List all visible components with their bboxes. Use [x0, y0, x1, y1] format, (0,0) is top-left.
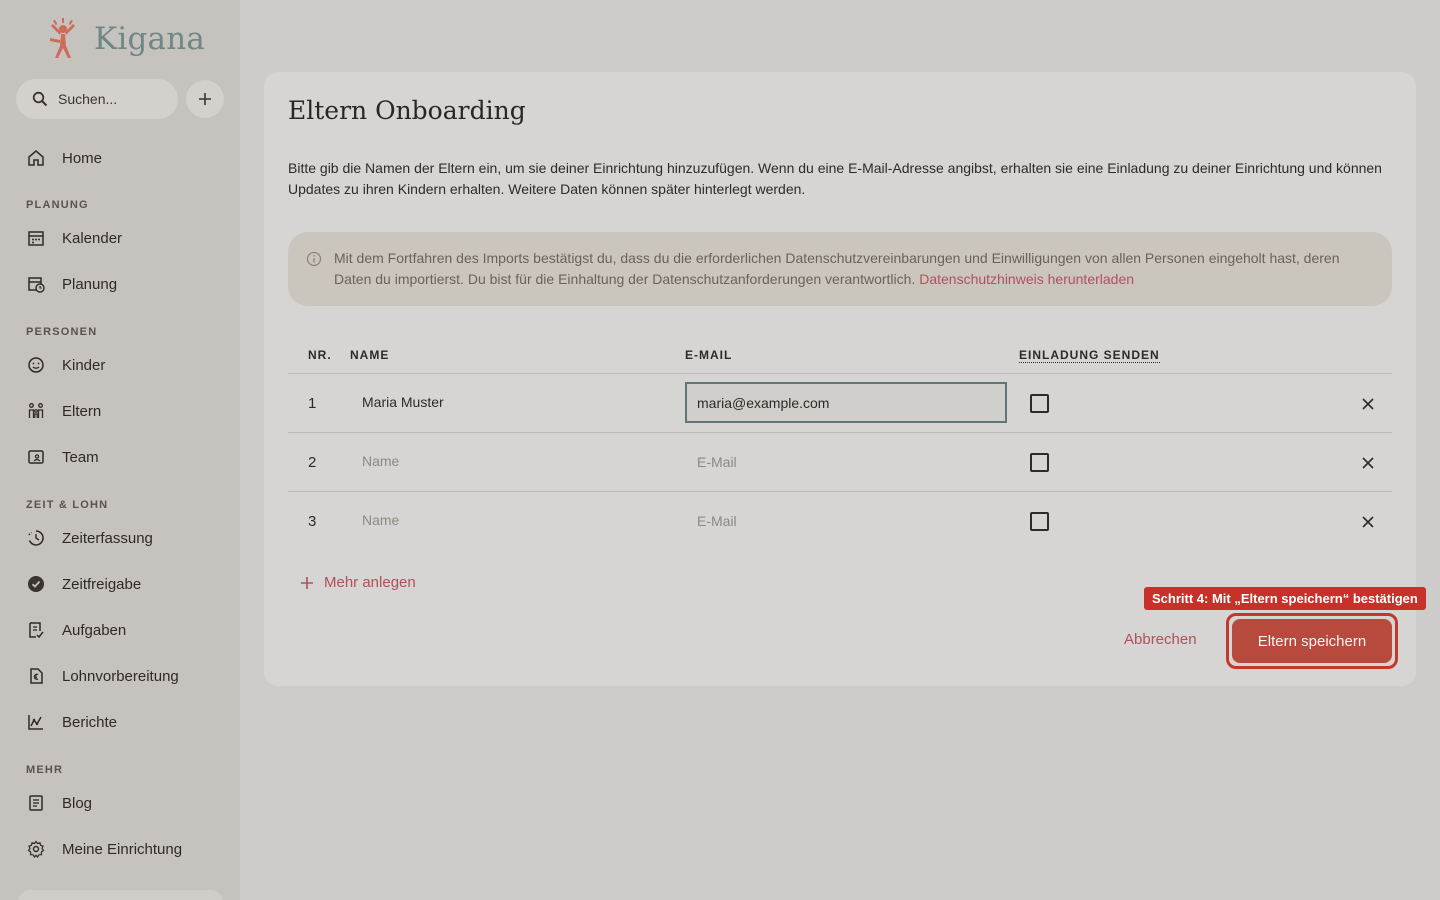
- sidebar-item-label: Zeitfreigabe: [62, 575, 142, 593]
- calendar-clock-icon: [26, 274, 46, 294]
- email-input[interactable]: [685, 441, 1007, 482]
- email-input[interactable]: [685, 500, 1007, 541]
- notice-text: Mit dem Fortfahren des Imports bestätigs…: [334, 250, 1340, 287]
- sidebar-item-label: Meine Einrichtung: [62, 840, 183, 858]
- sidebar-item-label: Zeiterfassung: [62, 529, 153, 547]
- sidebar-item-zeitfreigabe[interactable]: Zeitfreigabe: [26, 572, 141, 596]
- sidebar-item-blog[interactable]: Blog: [26, 791, 92, 815]
- sidebar-item-planung[interactable]: Planung: [26, 272, 117, 296]
- section-label-personen: PERSONEN: [26, 326, 98, 338]
- chart-icon: [26, 712, 46, 732]
- close-icon: [1362, 516, 1374, 528]
- sidebar-item-label: Home: [62, 149, 103, 167]
- sidebar-item-meine-einrichtung[interactable]: Meine Einrichtung: [26, 837, 182, 861]
- privacy-download-link[interactable]: Datenschutzhinweis herunterladen: [919, 271, 1134, 287]
- table-row: 2: [288, 432, 1392, 491]
- home-icon: [26, 148, 46, 168]
- sidebar-item-berichte[interactable]: Berichte: [26, 710, 117, 734]
- close-icon: [1362, 457, 1374, 469]
- sidebar-item-label: Aufgaben: [62, 621, 127, 639]
- sidebar-item-label: Planung: [62, 275, 118, 293]
- column-header-name: NAME: [350, 348, 390, 362]
- row-number: 1: [308, 395, 317, 412]
- sidebar-item-label: Eltern: [62, 402, 102, 420]
- section-label-zeit-lohn: ZEIT & LOHN: [26, 499, 109, 511]
- task-icon: [26, 620, 46, 640]
- privacy-notice: Mit dem Fortfahren des Imports bestätigs…: [288, 232, 1392, 306]
- sidebar-item-zeiterfassung[interactable]: Zeiterfassung: [26, 526, 153, 550]
- name-input[interactable]: [350, 500, 670, 540]
- name-input[interactable]: [350, 382, 670, 422]
- close-icon: [1362, 398, 1374, 410]
- clock-history-icon: [26, 528, 46, 548]
- section-label-mehr: MEHR: [26, 764, 64, 776]
- table-row: 3: [288, 491, 1392, 550]
- search-box[interactable]: [16, 79, 178, 119]
- sidebar-item-label: Berichte: [62, 713, 118, 731]
- newspaper-icon: [26, 793, 46, 813]
- invite-checkbox[interactable]: [1030, 394, 1049, 413]
- section-label-planung: PLANUNG: [26, 199, 89, 211]
- invite-checkbox[interactable]: [1030, 512, 1049, 531]
- name-input[interactable]: [350, 441, 670, 481]
- sidebar-item-lohnvorbereitung[interactable]: Lohnvorbereitung: [26, 664, 179, 688]
- sidebar-bottom-card[interactable]: [18, 890, 223, 900]
- table-row: 1: [288, 373, 1392, 432]
- save-button-highlight: Eltern speichern: [1226, 613, 1398, 669]
- calendar-icon: [26, 228, 46, 248]
- page-title: Eltern Onboarding: [288, 96, 526, 125]
- id-card-icon: [26, 447, 46, 467]
- remove-row-button[interactable]: [1356, 451, 1380, 475]
- logo-text: Kigana: [94, 21, 206, 57]
- logo[interactable]: Kigana: [46, 18, 205, 60]
- gear-icon: [26, 839, 46, 859]
- sidebar: Kigana Home PLANUNG Kalender Planung PER…: [0, 0, 240, 900]
- family-icon: [26, 401, 46, 421]
- search-icon: [32, 91, 48, 107]
- add-button[interactable]: [186, 80, 224, 118]
- sidebar-item-label: Team: [62, 448, 99, 466]
- payroll-icon: [26, 666, 46, 686]
- row-number: 2: [308, 454, 317, 471]
- sidebar-item-label: Kalender: [62, 229, 123, 247]
- sidebar-item-label: Lohnvorbereitung: [62, 667, 179, 685]
- sidebar-item-kinder[interactable]: Kinder: [26, 353, 105, 377]
- invite-checkbox[interactable]: [1030, 453, 1049, 472]
- sidebar-item-aufgaben[interactable]: Aufgaben: [26, 618, 126, 642]
- column-header-nr: NR.: [308, 348, 332, 362]
- sidebar-item-home[interactable]: Home: [26, 146, 102, 170]
- row-number: 3: [308, 513, 317, 530]
- add-more-label: Mehr anlegen: [324, 574, 416, 591]
- email-input[interactable]: [685, 382, 1007, 423]
- table-header: NR. NAME E-MAIL EINLADUNG SENDEN: [288, 348, 1392, 374]
- remove-row-button[interactable]: [1356, 392, 1380, 416]
- plus-icon: [301, 576, 313, 589]
- add-more-button[interactable]: Mehr anlegen: [300, 574, 416, 591]
- remove-row-button[interactable]: [1356, 510, 1380, 534]
- column-header-email: E-MAIL: [685, 348, 733, 362]
- sidebar-item-kalender[interactable]: Kalender: [26, 226, 122, 250]
- check-circle-icon: [26, 574, 46, 594]
- column-header-invite[interactable]: EINLADUNG SENDEN: [1019, 348, 1160, 363]
- save-parents-button[interactable]: Eltern speichern: [1232, 619, 1392, 663]
- step-tooltip: Schritt 4: Mit „Eltern speichern“ bestät…: [1144, 587, 1426, 610]
- cancel-button[interactable]: Abbrechen: [1124, 631, 1197, 648]
- sidebar-item-label: Blog: [62, 794, 93, 812]
- sidebar-item-eltern[interactable]: Eltern: [26, 399, 101, 423]
- plus-icon: [199, 93, 211, 105]
- search-input[interactable]: [58, 91, 168, 107]
- info-icon: [306, 251, 322, 267]
- sidebar-item-label: Kinder: [62, 356, 106, 374]
- description-text: Bitte gib die Namen der Eltern ein, um s…: [288, 160, 1382, 197]
- smiley-icon: [26, 355, 46, 375]
- sidebar-item-team[interactable]: Team: [26, 445, 99, 469]
- kigana-logo-icon: [50, 18, 75, 58]
